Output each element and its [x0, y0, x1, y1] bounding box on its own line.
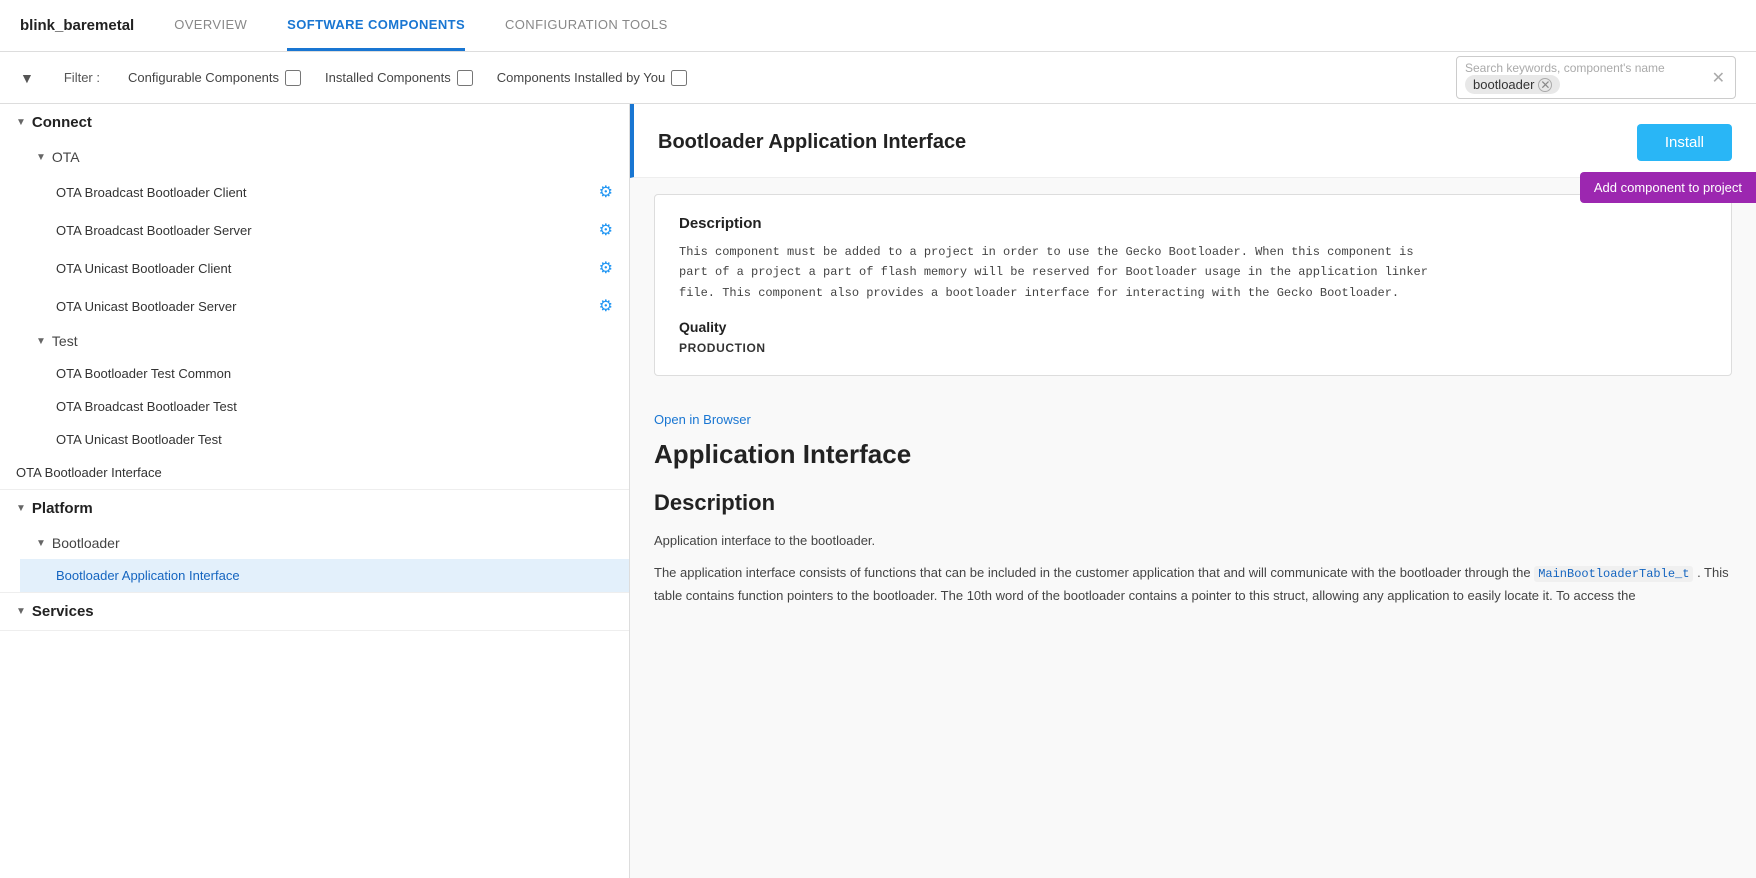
item-label: OTA Bootloader Test Common [56, 366, 231, 381]
app-header: blink_baremetal OVERVIEW SOFTWARE COMPON… [0, 0, 1756, 52]
main-content: Open in Browser Application Interface De… [630, 392, 1756, 637]
section-services-label: Services [32, 603, 94, 620]
description-text: This component must be added to a projec… [679, 242, 1707, 303]
section-connect: ▼ Connect ▼ OTA OTA Broadcast Bootloader… [0, 104, 629, 490]
open-in-browser-link[interactable]: Open in Browser [654, 412, 751, 427]
chevron-down-icon-ota: ▼ [36, 152, 46, 163]
filter-label: Filter : [64, 70, 100, 85]
filter-configurable-checkbox[interactable] [285, 70, 301, 86]
search-container: Search keywords, component's name bootlo… [1456, 56, 1736, 99]
filter-installed-by-you-label: Components Installed by You [497, 70, 665, 85]
list-item[interactable]: OTA Broadcast Bootloader Client ⚙ [20, 173, 629, 211]
gear-icon[interactable]: ⚙ [599, 182, 613, 202]
search-tag: bootloader ✕ [1465, 75, 1560, 94]
item-label: OTA Broadcast Bootloader Client [56, 185, 247, 200]
chevron-down-icon: ▼ [16, 117, 26, 128]
subsection-test: ▼ Test OTA Bootloader Test Common OTA Br… [0, 325, 629, 456]
content-code-inline: MainBootloaderTable_t [1534, 566, 1693, 582]
item-label: OTA Unicast Bootloader Client [56, 261, 231, 276]
description-heading: Description [679, 215, 1707, 232]
filter-installed-checkbox[interactable] [457, 70, 473, 86]
section-services: ▼ Services [0, 593, 629, 631]
content-text-2-text: The application interface consists of fu… [654, 565, 1531, 580]
search-tag-clear-icon[interactable]: ✕ [1538, 78, 1552, 92]
chevron-down-icon-test: ▼ [36, 336, 46, 347]
filter-icon: ▼ [20, 70, 34, 86]
item-label: Bootloader Application Interface [56, 568, 240, 583]
content-section-title: Description [654, 490, 1732, 516]
chevron-down-icon-platform: ▼ [16, 503, 26, 514]
gear-icon[interactable]: ⚙ [599, 296, 613, 316]
app-title: blink_baremetal [20, 17, 134, 34]
subsection-test-label: Test [52, 333, 78, 349]
filter-bar: ▼ Filter : Configurable Components Insta… [0, 52, 1756, 104]
item-label: OTA Bootloader Interface [16, 465, 162, 480]
quality-badge: PRODUCTION [679, 341, 1707, 355]
search-tag-value: bootloader [1473, 77, 1534, 92]
detail-header: Bootloader Application Interface Install [630, 104, 1756, 178]
nav-tabs: OVERVIEW SOFTWARE COMPONENTS CONFIGURATI… [174, 0, 668, 51]
subsection-bootloader-header[interactable]: ▼ Bootloader [20, 527, 629, 559]
quality-heading: Quality [679, 319, 1707, 335]
gear-icon[interactable]: ⚙ [599, 220, 613, 240]
section-platform: ▼ Platform ▼ Bootloader Bootloader Appli… [0, 490, 629, 593]
subsection-test-header[interactable]: ▼ Test [20, 325, 629, 357]
list-item[interactable]: OTA Broadcast Bootloader Server ⚙ [20, 211, 629, 249]
item-label: OTA Broadcast Bootloader Server [56, 223, 252, 238]
content-text-1: Application interface to the bootloader. [654, 530, 1732, 552]
filter-installed[interactable]: Installed Components [325, 70, 473, 86]
list-item[interactable]: OTA Broadcast Bootloader Test [20, 390, 629, 423]
detail-title: Bootloader Application Interface [658, 131, 966, 154]
sidebar: ▼ Connect ▼ OTA OTA Broadcast Bootloader… [0, 104, 630, 878]
subsection-bootloader-label: Bootloader [52, 535, 120, 551]
section-connect-label: Connect [32, 114, 92, 131]
filter-configurable-label: Configurable Components [128, 70, 279, 85]
search-placeholder: Search keywords, component's name [1465, 61, 1665, 75]
main-layout: ▼ Connect ▼ OTA OTA Broadcast Bootloader… [0, 104, 1756, 878]
filter-installed-label: Installed Components [325, 70, 451, 85]
filter-configurable[interactable]: Configurable Components [128, 70, 301, 86]
search-clear-icon[interactable]: ✕ [1710, 66, 1727, 90]
tab-configuration-tools[interactable]: CONFIGURATION TOOLS [505, 0, 668, 51]
item-label: OTA Broadcast Bootloader Test [56, 399, 237, 414]
section-connect-header[interactable]: ▼ Connect [0, 104, 629, 141]
filter-installed-by-you[interactable]: Components Installed by You [497, 70, 687, 86]
content-title: Application Interface [654, 439, 1732, 470]
item-label: OTA Unicast Bootloader Server [56, 299, 236, 314]
list-item[interactable]: OTA Bootloader Test Common [20, 357, 629, 390]
description-card: Description This component must be added… [654, 194, 1732, 376]
filter-installed-by-you-checkbox[interactable] [671, 70, 687, 86]
subsection-ota-label: OTA [52, 149, 80, 165]
subsection-bootloader: ▼ Bootloader Bootloader Application Inte… [0, 527, 629, 592]
list-item[interactable]: OTA Unicast Bootloader Client ⚙ [20, 249, 629, 287]
list-item[interactable]: OTA Unicast Bootloader Server ⚙ [20, 287, 629, 325]
subsection-ota-header[interactable]: ▼ OTA [20, 141, 629, 173]
section-platform-header[interactable]: ▼ Platform [0, 490, 629, 527]
add-component-button[interactable]: Add component to project [1580, 172, 1756, 203]
subsection-ota: ▼ OTA OTA Broadcast Bootloader Client ⚙ … [0, 141, 629, 325]
chevron-right-icon-services: ▼ [16, 606, 26, 617]
list-item-bootloader-app-interface[interactable]: Bootloader Application Interface [20, 559, 629, 592]
detail-panel: Bootloader Application Interface Install… [630, 104, 1756, 878]
chevron-down-icon-bootloader: ▼ [36, 538, 46, 549]
section-services-header[interactable]: ▼ Services [0, 593, 629, 630]
section-platform-label: Platform [32, 500, 93, 517]
list-item[interactable]: OTA Unicast Bootloader Test [20, 423, 629, 456]
content-text-2: The application interface consists of fu… [654, 562, 1732, 606]
item-label: OTA Unicast Bootloader Test [56, 432, 222, 447]
tab-overview[interactable]: OVERVIEW [174, 0, 247, 51]
list-item-ota-bootloader-interface[interactable]: OTA Bootloader Interface [0, 456, 629, 489]
install-button[interactable]: Install [1637, 124, 1732, 161]
tab-software-components[interactable]: SOFTWARE COMPONENTS [287, 0, 465, 51]
gear-icon[interactable]: ⚙ [599, 258, 613, 278]
